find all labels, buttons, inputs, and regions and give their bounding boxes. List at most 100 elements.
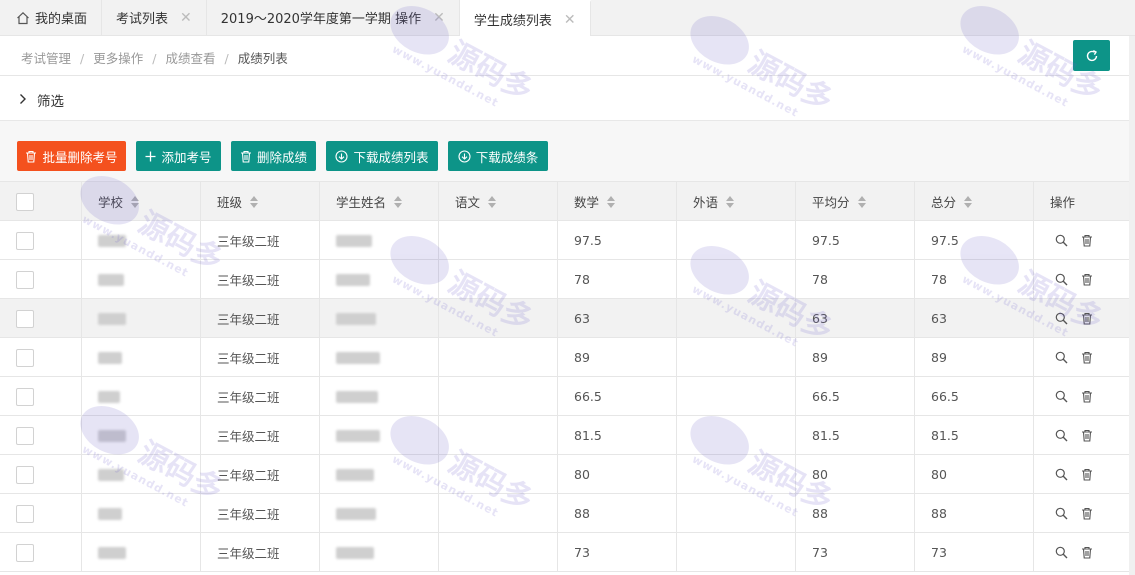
view-magnifier-icon[interactable]: [1055, 429, 1068, 442]
math-value: 88: [574, 506, 590, 521]
filter-panel[interactable]: 筛选: [0, 77, 1135, 121]
average-cell: 88: [796, 494, 915, 533]
table-row[interactable]: 三年级二班 78 78 78: [0, 260, 1135, 299]
actions-cell: [1034, 299, 1129, 338]
school-cell: [82, 338, 201, 377]
col-header-school[interactable]: 学校: [82, 182, 201, 221]
sort-icon[interactable]: [607, 195, 616, 208]
select-all-checkbox[interactable]: [16, 192, 34, 211]
table-row[interactable]: 三年级二班 63 63 63: [0, 299, 1135, 338]
sort-icon[interactable]: [964, 195, 973, 208]
breadcrumb-item[interactable]: 考试管理: [21, 51, 71, 66]
delete-trash-icon[interactable]: [1081, 546, 1093, 559]
view-magnifier-icon[interactable]: [1055, 468, 1068, 481]
col-header-chinese[interactable]: 语文: [439, 182, 558, 221]
math-value: 73: [574, 545, 590, 560]
class-cell: 三年级二班: [201, 299, 320, 338]
tab-desktop[interactable]: 我的桌面: [0, 0, 103, 35]
table-row[interactable]: 三年级二班 73 73 73: [0, 533, 1135, 572]
view-magnifier-icon[interactable]: [1055, 234, 1068, 247]
table-row[interactable]: 三年级二班 66.5 66.5 66.5: [0, 377, 1135, 416]
total-cell: 97.5: [915, 221, 1034, 260]
redacted-name: [336, 507, 376, 520]
view-magnifier-icon[interactable]: [1055, 546, 1068, 559]
row-checkbox[interactable]: [16, 270, 34, 289]
student-name-cell: [320, 377, 439, 416]
class-value: 三年级二班: [217, 429, 280, 444]
delete-trash-icon[interactable]: [1081, 312, 1093, 325]
breadcrumb-item[interactable]: 更多操作: [93, 51, 143, 66]
breadcrumb-item[interactable]: 成绩查看: [165, 51, 215, 66]
close-icon[interactable]: ✕: [433, 10, 445, 26]
header-label: 外语: [693, 195, 719, 210]
table-header-row: 学校 班级 学生姓名 语文 数学 外语 平均分 总分 操作: [0, 182, 1135, 221]
select-cell: [0, 494, 82, 533]
row-checkbox[interactable]: [16, 543, 34, 562]
tab-label: 我的桌面: [35, 12, 88, 27]
class-value: 三年级二班: [217, 546, 280, 561]
table-row[interactable]: 三年级二班 97.5 97.5 97.5: [0, 221, 1135, 260]
close-icon[interactable]: ✕: [564, 12, 576, 28]
tab-student-scores[interactable]: 学生成绩列表 ✕: [459, 0, 591, 37]
download-list-button[interactable]: 下载成绩列表: [326, 141, 438, 171]
sort-icon[interactable]: [394, 195, 403, 208]
delete-trash-icon[interactable]: [1081, 390, 1093, 403]
table-row[interactable]: 三年级二班 89 89 89: [0, 338, 1135, 377]
table-row[interactable]: 三年级二班 88 88 88: [0, 494, 1135, 533]
redacted-name: [336, 273, 370, 286]
student-name-cell: [320, 533, 439, 572]
download-slip-button[interactable]: 下载成绩条: [448, 141, 548, 171]
row-checkbox[interactable]: [16, 426, 34, 445]
row-checkbox[interactable]: [16, 465, 34, 484]
chinese-cell: [439, 533, 558, 572]
row-checkbox[interactable]: [16, 504, 34, 523]
chinese-cell: [439, 299, 558, 338]
view-magnifier-icon[interactable]: [1055, 312, 1068, 325]
batch-delete-button[interactable]: 批量删除考号: [17, 141, 126, 171]
row-checkbox[interactable]: [16, 387, 34, 406]
view-magnifier-icon[interactable]: [1055, 273, 1068, 286]
delete-trash-icon[interactable]: [1081, 351, 1093, 364]
sort-icon[interactable]: [857, 195, 866, 208]
foreign-cell: [677, 416, 796, 455]
school-cell: [82, 377, 201, 416]
view-magnifier-icon[interactable]: [1055, 507, 1068, 520]
class-cell: 三年级二班: [201, 494, 320, 533]
delete-trash-icon[interactable]: [1081, 234, 1093, 247]
refresh-button[interactable]: [1073, 40, 1110, 71]
delete-trash-icon[interactable]: [1081, 429, 1093, 442]
table-row[interactable]: 三年级二班 81.5 81.5 81.5: [0, 416, 1135, 455]
sort-icon[interactable]: [726, 195, 735, 208]
col-header-math[interactable]: 数学: [558, 182, 677, 221]
tab-exam-list[interactable]: 考试列表 ✕: [102, 0, 207, 35]
col-header-foreign[interactable]: 外语: [677, 182, 796, 221]
class-cell: 三年级二班: [201, 533, 320, 572]
delete-trash-icon[interactable]: [1081, 273, 1093, 286]
close-icon[interactable]: ✕: [180, 10, 192, 26]
delete-trash-icon[interactable]: [1081, 468, 1093, 481]
row-checkbox[interactable]: [16, 309, 34, 328]
col-header-average[interactable]: 平均分: [796, 182, 915, 221]
chinese-cell: [439, 221, 558, 260]
table-row[interactable]: 三年级二班 80 80 80: [0, 455, 1135, 494]
sort-icon[interactable]: [488, 195, 497, 208]
math-cell: 88: [558, 494, 677, 533]
col-header-student-name[interactable]: 学生姓名: [320, 182, 439, 221]
row-checkbox[interactable]: [16, 231, 34, 250]
view-magnifier-icon[interactable]: [1055, 351, 1068, 364]
tab-semester-ops[interactable]: 2019～2020学年度第一学期 操作 ✕: [207, 0, 460, 35]
view-magnifier-icon[interactable]: [1055, 390, 1068, 403]
vertical-scrollbar[interactable]: [1129, 36, 1135, 575]
delete-trash-icon[interactable]: [1081, 507, 1093, 520]
col-header-class[interactable]: 班级: [201, 182, 320, 221]
school-cell: [82, 260, 201, 299]
col-header-total[interactable]: 总分: [915, 182, 1034, 221]
sort-icon[interactable]: [250, 195, 259, 208]
class-value: 三年级二班: [217, 390, 280, 405]
row-checkbox[interactable]: [16, 348, 34, 367]
average-value: 81.5: [812, 428, 840, 443]
sort-icon[interactable]: [131, 195, 140, 208]
home-icon: [17, 11, 29, 24]
add-exam-no-button[interactable]: 添加考号: [136, 141, 221, 171]
delete-score-button[interactable]: 删除成绩: [231, 141, 316, 171]
